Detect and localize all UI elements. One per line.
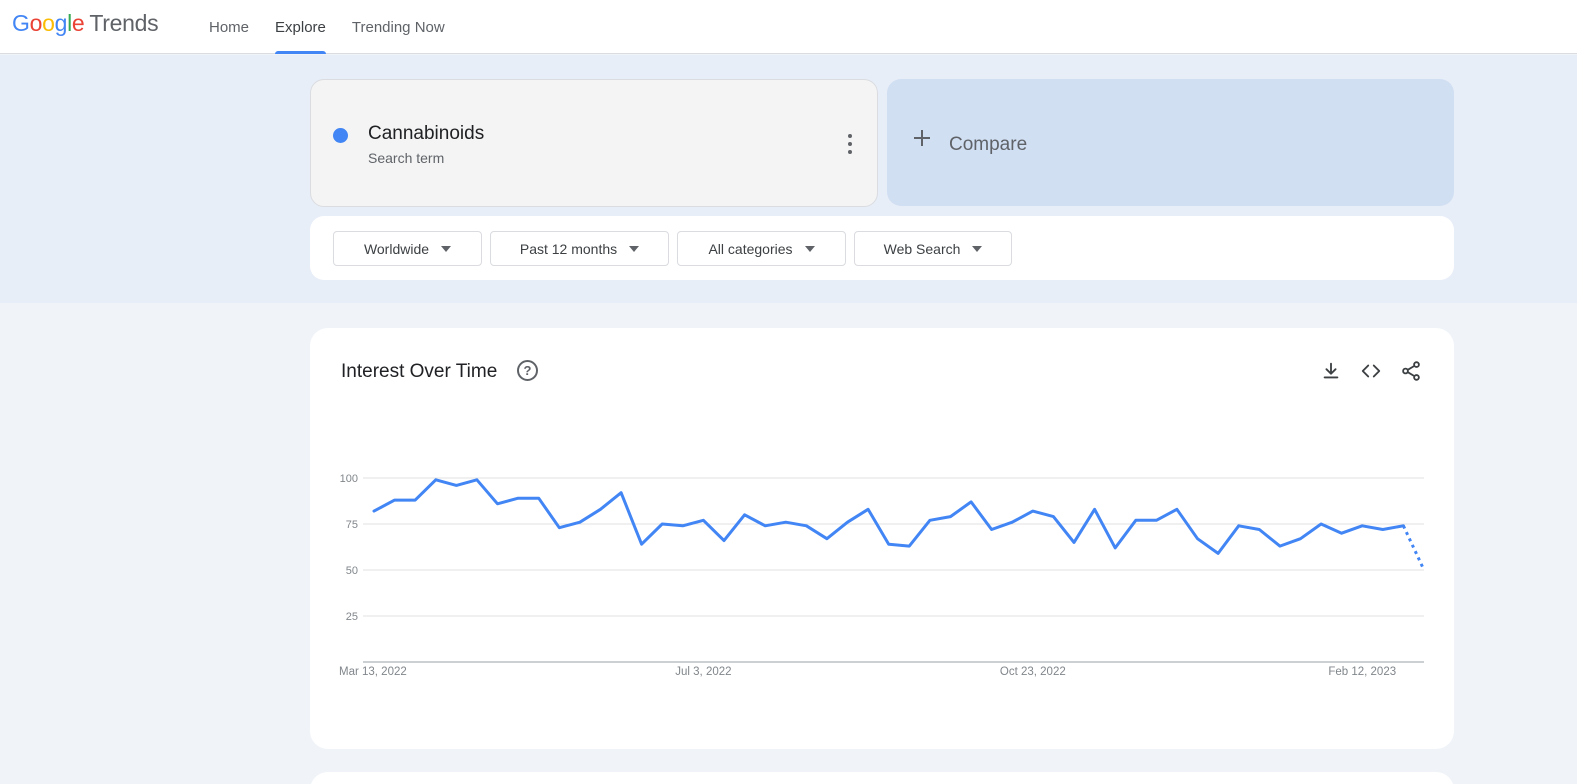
x-tick-label: Mar 13, 2022 — [339, 666, 407, 678]
caret-down-icon — [441, 245, 452, 252]
compare-label: Compare — [949, 134, 1028, 155]
term-name: Cannabinoids — [368, 123, 485, 144]
caret-down-icon — [804, 245, 815, 252]
google-trends-logo[interactable]: Google Trends — [12, 10, 159, 37]
series-line — [372, 478, 1405, 555]
more-vert-icon[interactable] — [845, 134, 855, 154]
main-nav: Home Explore Trending Now — [196, 0, 458, 54]
y-tick-label: 100 — [340, 473, 358, 485]
y-tick-label: 50 — [346, 565, 358, 577]
search-term-card[interactable]: Cannabinoids Search term — [310, 79, 878, 207]
interest-over-time-card: Interest Over Time ? 25 50 75 100 Mar 13, 20… — [310, 328, 1454, 749]
y-tick-label: 25 — [346, 611, 358, 623]
filter-label: Worldwide — [363, 240, 430, 257]
top-header: Google Trends Home Explore Trending Now — [0, 0, 1577, 54]
nav-home[interactable]: Home — [196, 0, 262, 54]
term-color-dot — [333, 128, 348, 143]
nav-trending-now[interactable]: Trending Now — [339, 0, 458, 54]
logo-letter: o — [29, 10, 43, 36]
filter-category[interactable]: All categories — [677, 231, 846, 266]
filter-label: All categories — [708, 240, 793, 257]
filter-time-range[interactable]: Past 12 months — [490, 231, 669, 266]
x-tick-label: Feb 12, 2023 — [1328, 666, 1396, 678]
y-tick-label: 75 — [346, 519, 358, 531]
next-section-card — [310, 772, 1454, 784]
filter-label: Web Search — [883, 240, 961, 257]
term-type: Search term — [368, 150, 445, 166]
filter-bar: Worldwide Past 12 months All categories … — [310, 216, 1454, 280]
series-partial-segment — [1402, 525, 1426, 571]
caret-down-icon — [629, 245, 640, 252]
logo-letter: g — [54, 10, 68, 36]
x-tick-label: Oct 23, 2022 — [1000, 666, 1066, 678]
plus-icon — [913, 129, 931, 147]
filter-search-type[interactable]: Web Search — [854, 231, 1012, 266]
logo-letter: o — [42, 10, 55, 36]
filter-label: Past 12 months — [519, 240, 618, 257]
logo-letter: G — [12, 10, 30, 36]
nav-explore[interactable]: Explore — [262, 0, 339, 54]
compare-button[interactable]: Compare — [887, 79, 1454, 206]
logo-trends-text: Trends — [89, 10, 159, 36]
filter-location[interactable]: Worldwide — [333, 231, 482, 266]
logo-letter: e — [71, 10, 85, 36]
line-chart: 25 50 75 100 Mar 13, 2022 Jul 3, 2022 Oct 23, … — [339, 473, 1426, 678]
caret-down-icon — [972, 245, 983, 252]
x-tick-label: Jul 3, 2022 — [675, 666, 731, 678]
